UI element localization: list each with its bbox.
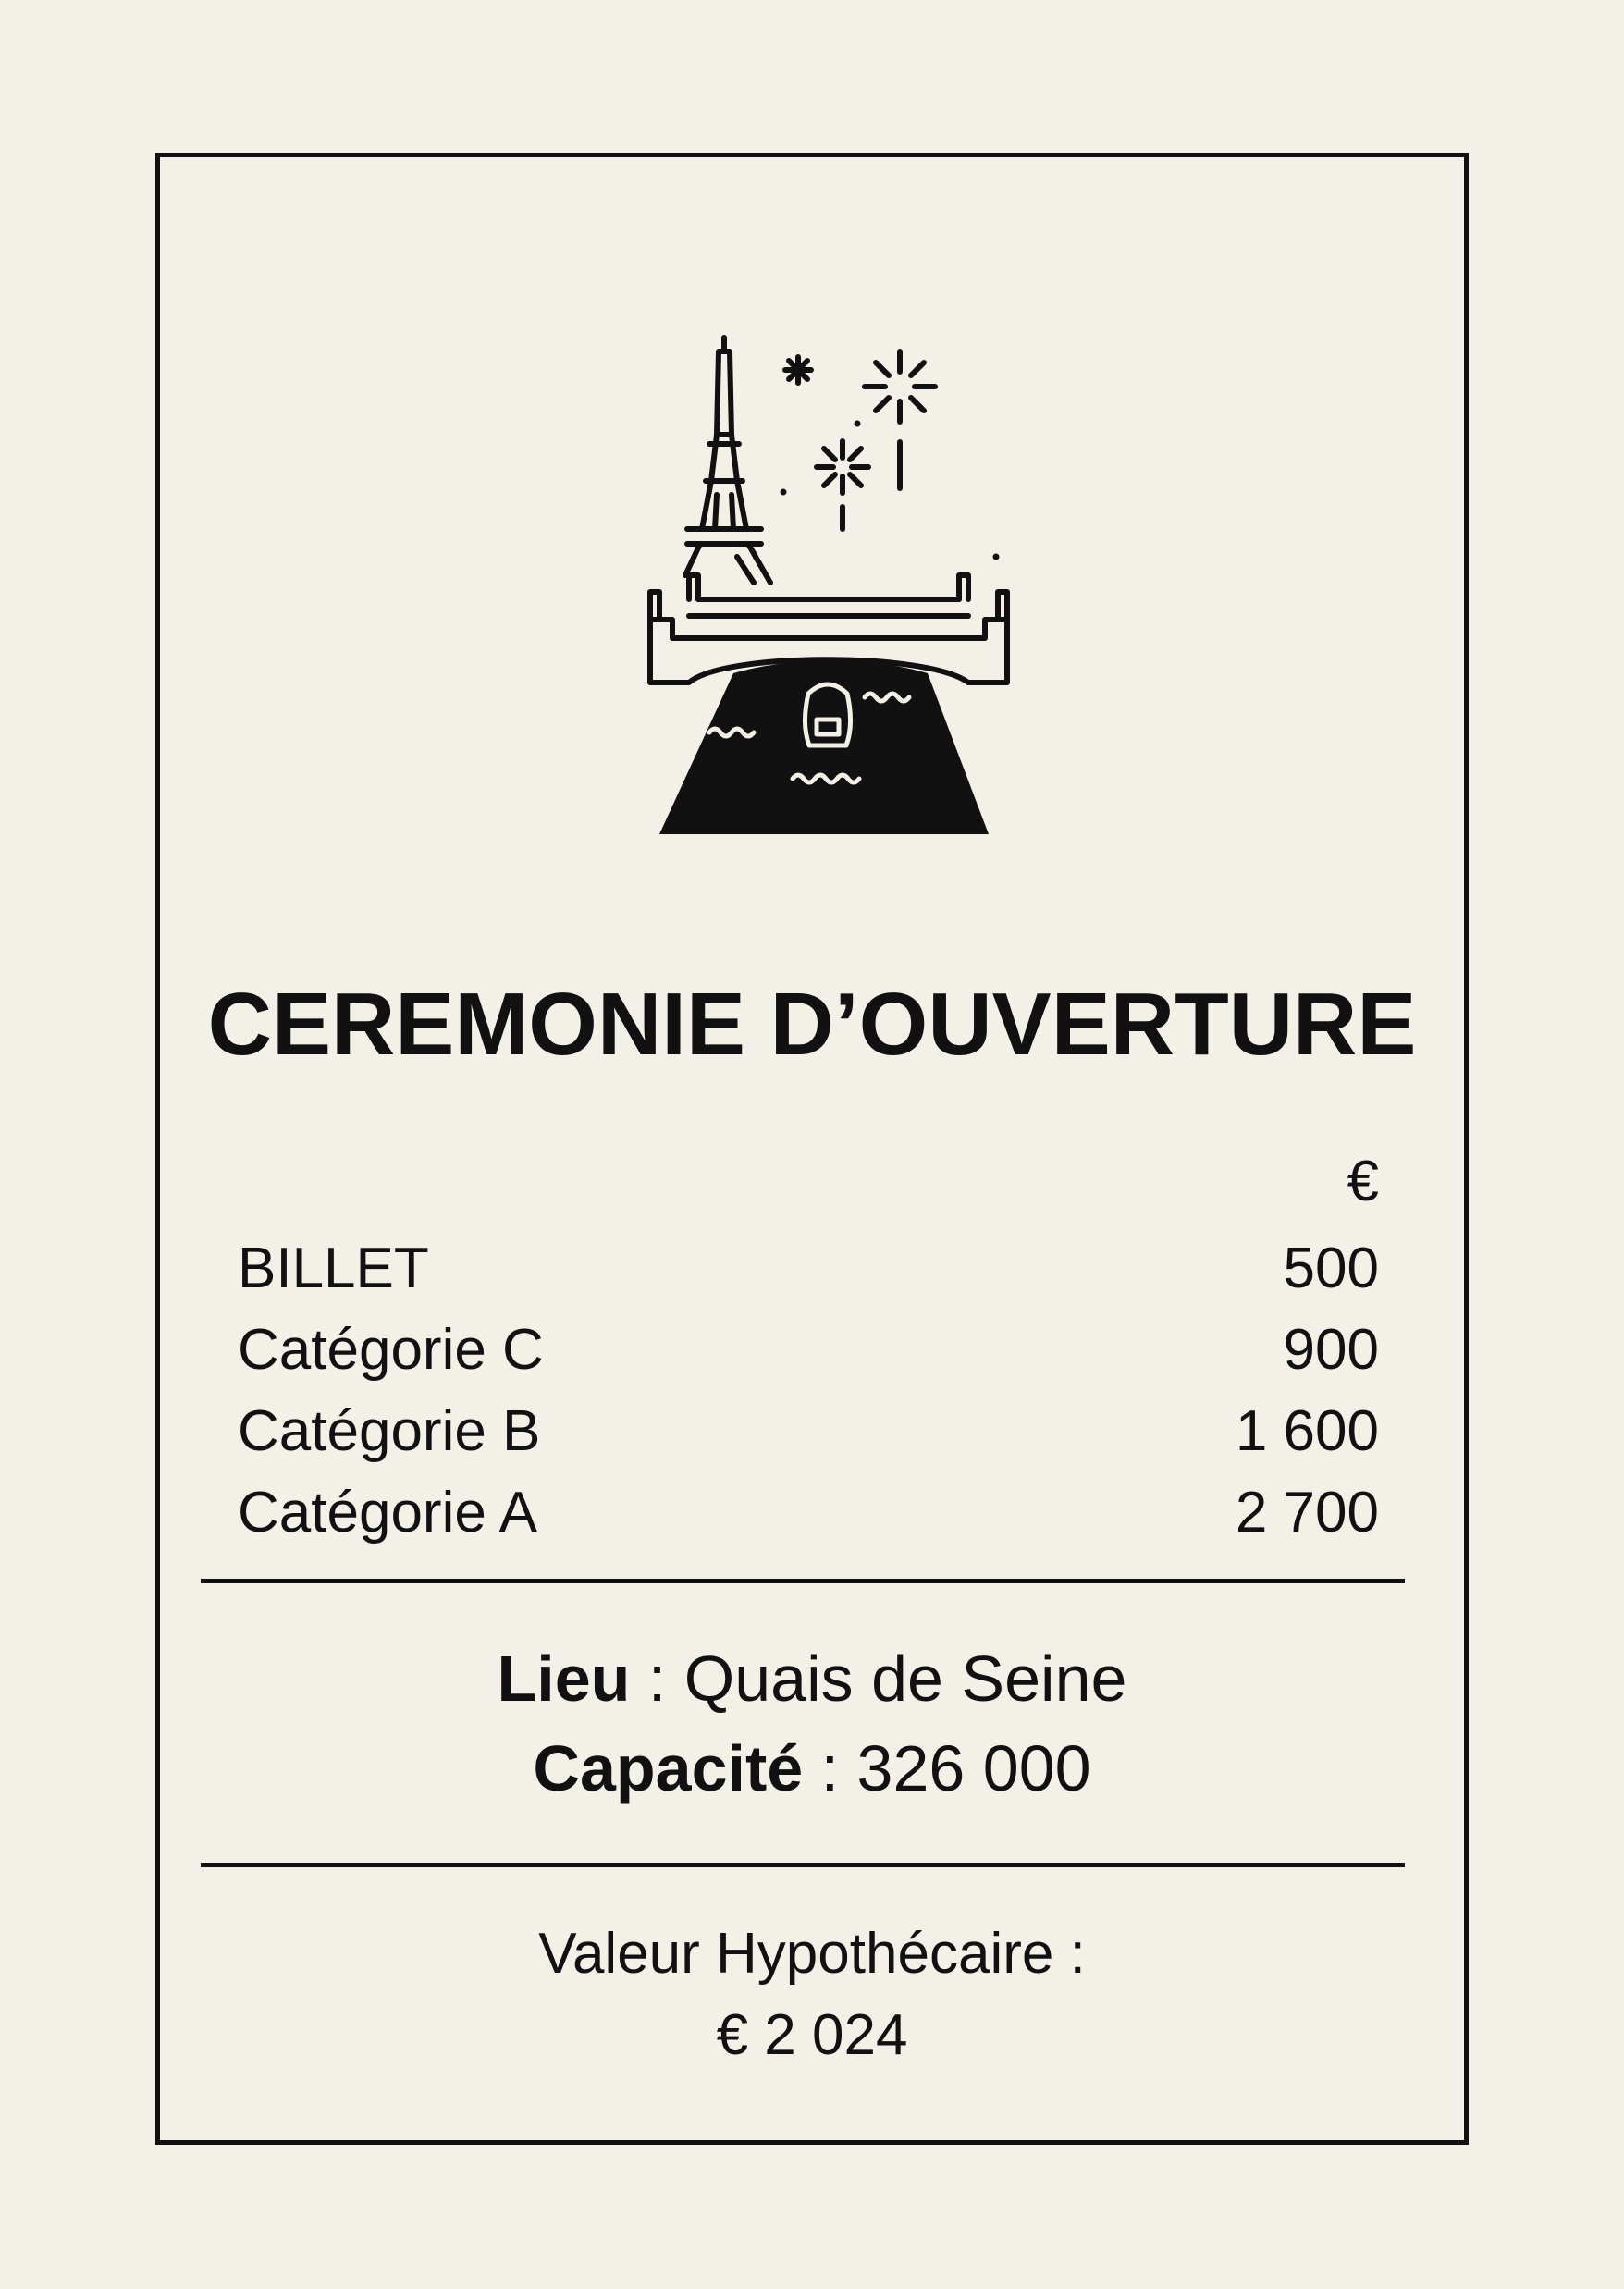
price-value: 1 600: [1235, 1399, 1379, 1463]
price-label: Catégorie C: [238, 1318, 544, 1382]
divider: [201, 1863, 1405, 1867]
venue-separator: :: [630, 1643, 684, 1715]
capacity-label: Capacité: [533, 1732, 804, 1804]
venue-line: Lieu : Quais de Seine: [160, 1646, 1464, 1711]
price-value: 2 700: [1235, 1481, 1379, 1544]
price-value: 500: [1283, 1237, 1379, 1300]
property-card: CEREMONIE D’OUVERTURE € BILLET 500 Catég…: [155, 153, 1469, 2145]
divider: [201, 1579, 1405, 1583]
price-row-category-a: Catégorie A 2 700: [238, 1476, 1379, 1550]
price-label: Catégorie B: [238, 1399, 541, 1463]
price-row-category-c: Catégorie C 900: [238, 1313, 1379, 1387]
price-row-ticket: BILLET 500: [238, 1232, 1379, 1306]
price-label: BILLET: [238, 1237, 429, 1300]
venue-label: Lieu: [497, 1643, 631, 1715]
mortgage-value: € 2 024: [716, 2003, 908, 2067]
card-title: CEREMONIE D’OUVERTURE: [207, 975, 1417, 1074]
venue-value: Quais de Seine: [683, 1643, 1127, 1715]
capacity-value: 326 000: [856, 1732, 1091, 1804]
currency-symbol: €: [1347, 1150, 1379, 1213]
eiffel-tower-bridge-fireworks-icon: [647, 335, 1010, 834]
price-row-category-b: Catégorie B 1 600: [238, 1395, 1379, 1469]
mortgage-label: Valeur Hypothécaire :: [538, 1922, 1086, 1986]
capacity-separator: :: [803, 1732, 857, 1804]
capacity-line: Capacité : 326 000: [160, 1736, 1464, 1801]
price-label: Catégorie A: [238, 1481, 537, 1544]
price-value: 900: [1283, 1318, 1379, 1382]
